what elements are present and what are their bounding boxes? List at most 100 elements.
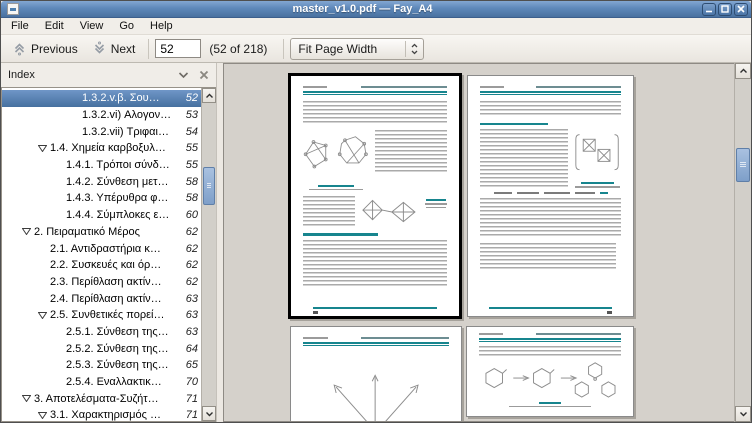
scroll-up-button[interactable] [735,63,751,79]
toolbar-separator [148,39,149,59]
go-up-icon [12,41,27,56]
index-entry-page: 65 [176,359,198,371]
scroll-thumb[interactable] [736,148,750,182]
previous-label: Previous [31,42,78,56]
document-page[interactable] [466,326,634,417]
index-entry-label: 3.1. Χαρακτηρισμός … [50,409,161,421]
page-count-label: (52 of 218) [209,42,267,56]
index-entry[interactable]: 1.3.2.vii) Τριφαι… 54 [2,123,201,140]
index-entry-page: 60 [176,209,198,221]
document-page-current[interactable] [288,73,462,319]
previous-button[interactable]: Previous [5,38,85,59]
index-entry-label: 1.4. Χημεία καρβοξυλ… [50,142,166,154]
menu-edit[interactable]: Edit [37,19,72,33]
molecule-cluster-figure [361,196,419,228]
index-entry-label: 2.3. Περίθλαση ακτίν… [50,276,162,288]
index-entry[interactable]: 2.3. Περίθλαση ακτίν… 62 [2,274,201,291]
expander-triangle-icon[interactable] [18,395,34,402]
expander-triangle-icon[interactable] [34,145,50,152]
close-icon [737,5,745,13]
document-page[interactable] [290,326,462,422]
document-viewport[interactable] [223,63,734,422]
index-entry[interactable]: 3. Αποτελέσματα-Συζήτ… 71 [2,390,201,407]
window-title: master_v1.0.pdf — Fay_A4 [23,3,702,15]
index-entry-label: 2. Πειραματικό Μέρος [34,226,140,238]
title-bar[interactable]: master_v1.0.pdf — Fay_A4 [1,1,751,18]
index-entry[interactable]: 3.1. Χαρακτηρισμός … 71 [2,407,201,421]
close-button[interactable] [734,3,748,16]
minimize-button[interactable] [702,3,716,16]
document-scrollbar[interactable] [734,63,751,422]
document-page[interactable] [467,75,634,317]
index-entry[interactable]: 2.1. Αντιδραστήρια κ… 62 [2,240,201,257]
index-entry-page: 70 [176,376,198,388]
index-entry-label: 1.4.4. Σύμπλοκες ε… [66,209,169,221]
index-entry[interactable]: 2.2. Συσκευές και όρ… 62 [2,257,201,274]
menu-view[interactable]: View [72,19,112,33]
index-entry-page: 62 [176,226,198,238]
sidebar-title: Index [8,69,168,81]
maximize-button[interactable] [718,3,732,16]
index-entry[interactable]: 2.5.1. Σύνθεση της… 63 [2,324,201,341]
index-entry[interactable]: 1.3.2.vi) Αλογον… 53 [2,107,201,124]
scroll-track[interactable] [202,103,216,406]
index-entry-label: 1.4.1. Τρόποι σύνδ… [66,159,170,171]
sidebar-scrollbar[interactable] [201,88,216,421]
scroll-down-button[interactable] [735,406,751,422]
index-entry-page: 63 [176,293,198,305]
go-down-icon [92,41,107,56]
sidebar-header: Index [1,63,216,87]
sidebar-close-button[interactable] [199,70,209,80]
chevron-down-icon [178,71,189,79]
menu-go[interactable]: Go [111,19,142,33]
menu-help[interactable]: Help [142,19,181,33]
next-button[interactable]: Next [85,38,143,59]
index-entry[interactable]: 2.5.4. Εναλλακτικ… 70 [2,374,201,391]
sidebar-selector-button[interactable] [178,71,189,79]
index-entry[interactable]: 1.4. Χημεία καρβοξυλ… 55 [2,140,201,157]
scroll-up-button[interactable] [202,88,216,103]
index-entry[interactable]: 2.5. Συνθετικές πορεί… 63 [2,307,201,324]
index-entry-label: 1.3.2.vi) Αλογον… [82,109,171,121]
molecule-structures-figure [303,130,369,182]
close-icon [199,70,209,80]
page-number-input[interactable] [155,39,201,58]
index-entry-label: 3. Αποτελέσματα-Συζήτ… [34,393,159,405]
expander-triangle-icon[interactable] [18,228,34,235]
index-entry-page: 53 [176,109,198,121]
app-document-icon [7,3,19,15]
index-entry[interactable]: 1.4.4. Σύμπλοκες ε… 60 [2,207,201,224]
triphenylamine-synthesis-figure [479,358,622,400]
scroll-down-button[interactable] [202,406,216,421]
expander-triangle-icon[interactable] [34,312,50,319]
index-entry-page: 62 [176,259,198,271]
index-entry[interactable]: 1.4.2. Σύνθεση μετ… 58 [2,173,201,190]
index-entry[interactable]: 2. Πειραματικό Μέρος 62 [2,224,201,241]
index-entry-label: 2.5.2. Σύνθεση της… [66,343,169,355]
radial-reaction-scheme-figure [303,354,449,422]
index-entry[interactable]: 2.5.2. Σύνθεση της… 64 [2,340,201,357]
index-entry-label: 2.5.3. Σύνθεση της… [66,359,169,371]
document-view [223,63,751,422]
index-entry-label: 1.3.2.vii) Τριφαι… [82,126,169,138]
index-entry[interactable]: 1.4.3. Υπέρυθρα φ… 58 [2,190,201,207]
scroll-track[interactable] [735,79,751,406]
index-entry-page: 55 [176,142,198,154]
index-entry[interactable]: 1.4.1. Τρόποι σύνδ… 55 [2,157,201,174]
index-entry-label: 1.4.3. Υπέρυθρα φ… [66,192,168,204]
octahedral-anion-figure [574,129,622,179]
index-entry-page: 63 [176,326,198,338]
zoom-mode-value: Fit Page Width [298,42,401,56]
index-entry[interactable]: 1.3.2.v.β. Σου… 52 [2,90,201,107]
index-entry[interactable]: 2.5.3. Σύνθεση της… 65 [2,357,201,374]
index-entry-page: 71 [176,409,198,421]
zoom-mode-select[interactable]: Fit Page Width [290,38,424,60]
index-entry-page: 63 [176,309,198,321]
index-entry-page: 55 [176,159,198,171]
index-entry[interactable]: 2.4. Περίθλαση ακτίν… 63 [2,290,201,307]
menu-file[interactable]: File [3,19,37,33]
index-entry-page: 71 [176,393,198,405]
expander-triangle-icon[interactable] [34,412,50,419]
arrow-down-icon [205,411,214,417]
scroll-thumb[interactable] [203,167,215,205]
